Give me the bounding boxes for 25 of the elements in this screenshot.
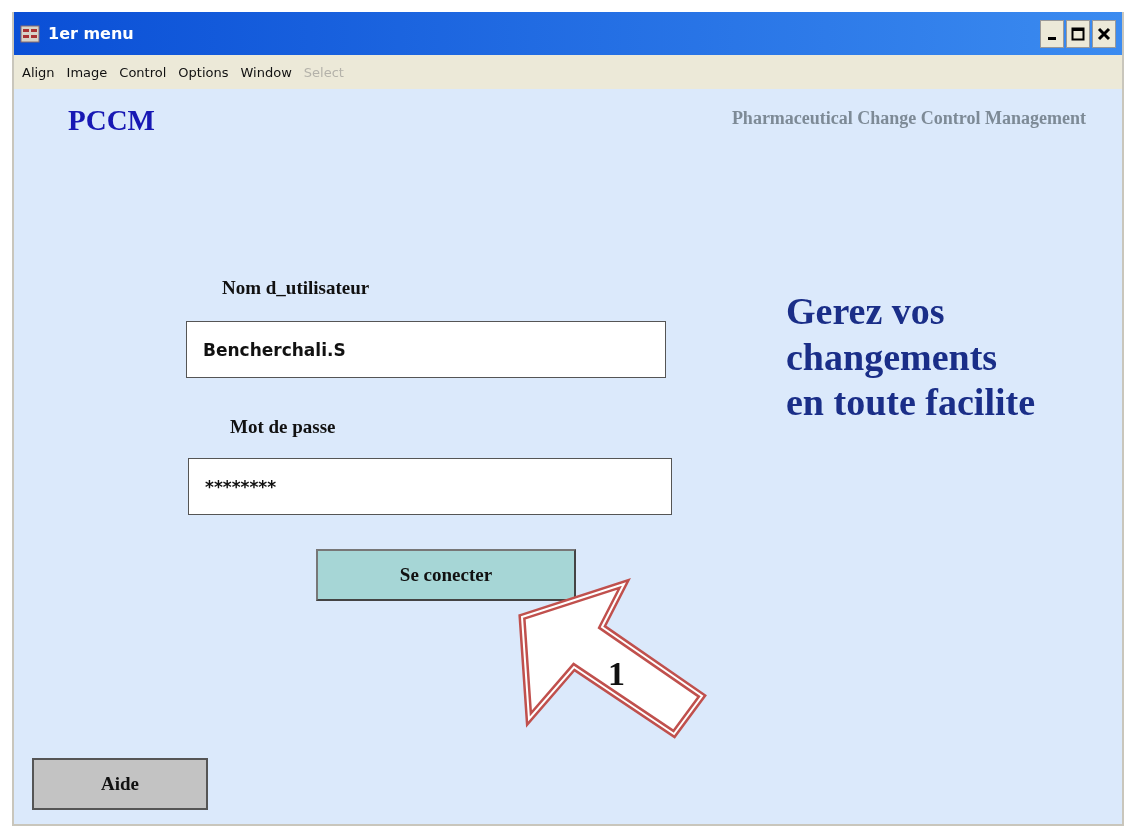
- help-button[interactable]: Aide: [32, 758, 208, 810]
- username-label: Nom d_utilisateur: [222, 277, 371, 299]
- app-subtitle: Pharmaceutical Change Control Management: [731, 108, 1086, 129]
- app-logo: PCCM: [68, 104, 155, 137]
- password-label: Mot de passe: [230, 416, 337, 438]
- slogan-line: changements: [786, 334, 999, 380]
- menu-item[interactable]: Control: [119, 64, 167, 80]
- slogan-line: Gerez vos: [786, 289, 946, 334]
- maximize-button[interactable]: [1066, 19, 1090, 48]
- menu-item[interactable]: Options: [178, 64, 229, 80]
- close-icon: [1097, 26, 1111, 41]
- minimize-button[interactable]: [1040, 19, 1064, 48]
- close-button[interactable]: [1092, 19, 1116, 48]
- menu-item[interactable]: Align: [22, 64, 55, 80]
- menu-item[interactable]: Window: [240, 64, 292, 80]
- login-button[interactable]: Se conecter: [316, 549, 576, 601]
- slogan-line: en toute facilite: [786, 380, 1036, 426]
- maximize-icon: [1071, 26, 1085, 41]
- form-icon: [20, 24, 40, 43]
- window-title: 1er menu: [48, 24, 134, 43]
- menu-item[interactable]: Image: [66, 64, 108, 80]
- minimize-icon: [1048, 37, 1056, 40]
- callout-number: 1: [608, 655, 625, 693]
- username-field[interactable]: Bencherchali.S: [186, 321, 666, 378]
- password-field[interactable]: ********: [188, 458, 672, 515]
